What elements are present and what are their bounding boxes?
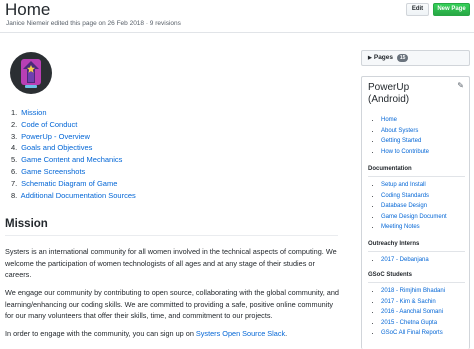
- pencil-icon[interactable]: ✎: [457, 81, 464, 90]
- header-divider: [0, 32, 474, 33]
- new-page-button[interactable]: New Page: [433, 3, 470, 16]
- sidebar-main-links: Home About Systers Getting Started How t…: [381, 115, 429, 157]
- sidebar-link[interactable]: Setup and Install: [381, 180, 447, 191]
- mission-paragraph-3: In order to engage with the community, y…: [5, 329, 288, 338]
- toc-item[interactable]: 4. Goals and Objectives: [11, 142, 136, 154]
- caret-right-icon: ▶: [368, 55, 372, 61]
- sidebar-link[interactable]: Game Design Document: [381, 212, 447, 223]
- sidebar-link[interactable]: 2017 - Debanjana: [381, 255, 429, 266]
- sidebar-link[interactable]: 2017 - Kim & Sachin: [381, 297, 445, 308]
- sidebar-link[interactable]: 2016 - Aanchal Somani: [381, 307, 445, 318]
- sidebar-heading-documentation: Documentation: [368, 166, 412, 172]
- sidebar-documentation-links: Setup and Install Coding Standards Datab…: [381, 180, 447, 233]
- mission-heading: Mission: [5, 218, 48, 230]
- sidebar-heading-outreachy: Outreachy Interns: [368, 241, 420, 247]
- powerup-logo: [10, 52, 52, 94]
- sidebar-link[interactable]: 2015 - Chetna Gupta: [381, 318, 445, 329]
- sidebar-link[interactable]: Database Design: [381, 201, 447, 212]
- toc-item[interactable]: 7. Schematic Diagram of Game: [11, 178, 136, 190]
- sidebar-heading-gsoc: GSoC Students: [368, 272, 413, 278]
- toc-item[interactable]: 8. Additional Documentation Sources: [11, 190, 136, 202]
- toc-item[interactable]: 6. Game Screenshots: [11, 166, 136, 178]
- edit-button[interactable]: Edit: [406, 3, 429, 16]
- sidebar-link[interactable]: 2018 - Rimjhim Bhadani: [381, 286, 445, 297]
- toc-item[interactable]: 1. Mission: [11, 107, 136, 119]
- sidebar-rule: [368, 176, 465, 177]
- sidebar-rule: [368, 282, 465, 283]
- pages-toggle[interactable]: ▶ Pages 15: [361, 50, 470, 66]
- page-title: Home: [5, 0, 51, 19]
- mission-paragraph-2: We engage our community by contributing …: [5, 288, 339, 320]
- sidebar-link[interactable]: Meeting Notes: [381, 222, 447, 233]
- sidebar-link[interactable]: Home: [381, 115, 429, 126]
- sidebar-link[interactable]: How to Contribute: [381, 147, 429, 158]
- sidebar-link[interactable]: Coding Standards: [381, 191, 447, 202]
- sidebar-outreachy-links: 2017 - Debanjana: [381, 255, 429, 266]
- pages-count-badge: 15: [396, 54, 409, 62]
- wiki-sidebar: PowerUp (Android) ✎ Home About Systers G…: [361, 76, 470, 349]
- sidebar-link[interactable]: GSoC All Final Reports: [381, 328, 445, 339]
- sidebar-title: PowerUp (Android): [368, 82, 410, 105]
- slack-link[interactable]: Systers Open Source Slack: [196, 329, 285, 338]
- sidebar-gsoc-links: 2018 - Rimjhim Bhadani 2017 - Kim & Sach…: [381, 286, 445, 339]
- sidebar-rule: [368, 251, 465, 252]
- sidebar-link[interactable]: About Systers: [381, 126, 429, 137]
- toc-item[interactable]: 2. Code of Conduct: [11, 119, 136, 131]
- table-of-contents: 1. Mission 2. Code of Conduct 3. PowerUp…: [11, 107, 136, 201]
- toc-item[interactable]: 3. PowerUp - Overview: [11, 131, 136, 143]
- sidebar-link[interactable]: Getting Started: [381, 136, 429, 147]
- section-rule: [5, 235, 338, 236]
- toc-item[interactable]: 5. Game Content and Mechanics: [11, 154, 136, 166]
- mission-paragraph-1: Systers is an international community fo…: [5, 247, 337, 279]
- page-meta: Janice Niemeir edited this page on 26 Fe…: [6, 20, 181, 27]
